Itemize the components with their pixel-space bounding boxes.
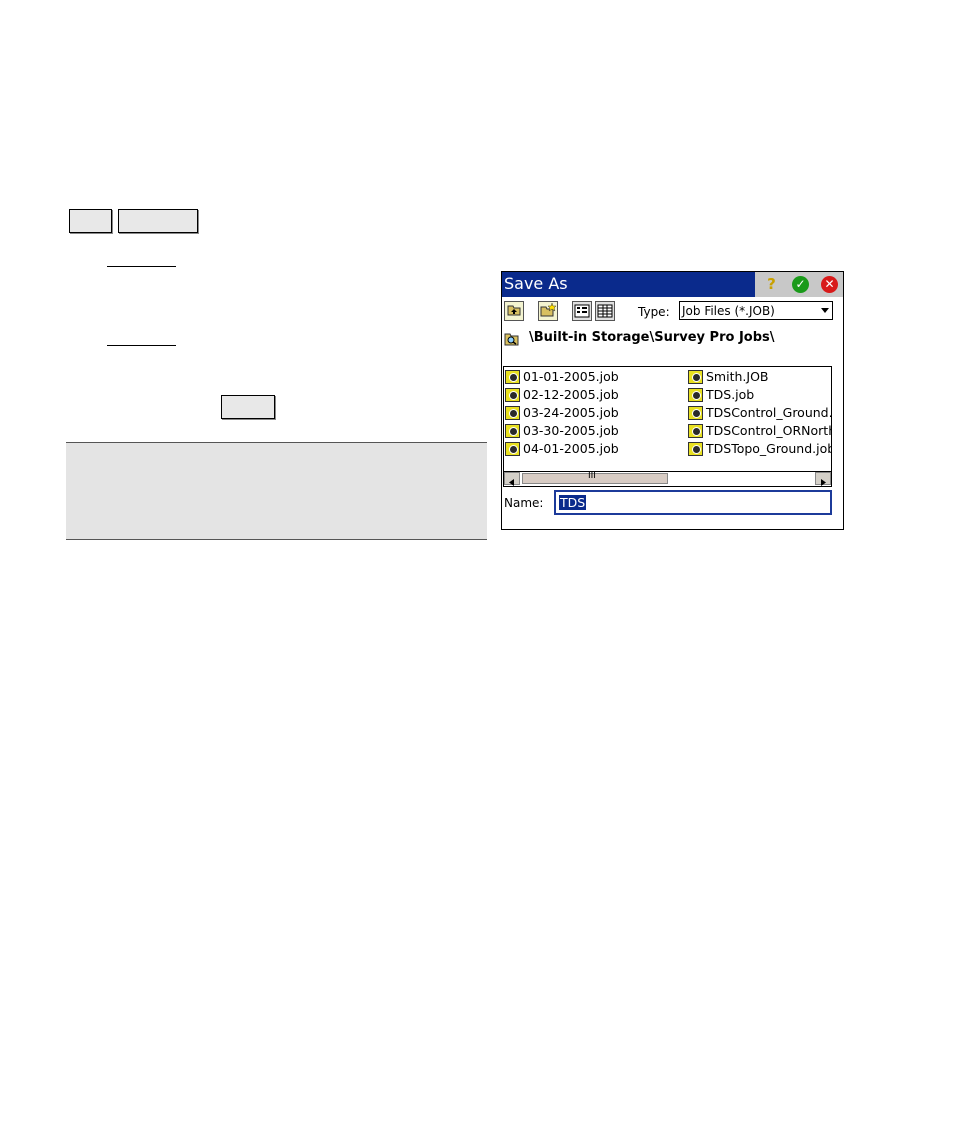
title-button-group: ? ✓ ✕ [755, 272, 843, 297]
name-value: TDS [559, 495, 587, 510]
job-file-icon [505, 406, 520, 420]
type-value: Job Files (*.JOB) [682, 304, 775, 318]
job-file-icon [505, 424, 520, 438]
underline-2 [107, 345, 176, 346]
job-file-icon [688, 442, 703, 456]
underline-1 [107, 266, 176, 267]
job-file-icon [688, 370, 703, 384]
job-file-icon [688, 388, 703, 402]
new-folder-icon[interactable] [538, 301, 558, 321]
scroll-grip: III [588, 471, 596, 481]
file-list[interactable]: 01-01-2005.job 02-12-2005.job 03-24-2005… [503, 366, 832, 487]
job-file-icon [688, 406, 703, 420]
scroll-thumb[interactable]: III [522, 471, 668, 484]
scroll-right-button[interactable] [815, 472, 831, 486]
current-path: \Built-in Storage\Survey Pro Jobs\ [529, 330, 775, 345]
up-folder-icon[interactable] [504, 301, 524, 321]
name-field[interactable]: TDS [554, 490, 832, 515]
job-file-icon [688, 424, 703, 438]
help-icon[interactable]: ? [763, 276, 780, 293]
dialog-title: Save As [504, 274, 568, 293]
name-label: Name: [504, 496, 544, 510]
ok-icon[interactable]: ✓ [792, 276, 809, 293]
type-dropdown[interactable]: Job Files (*.JOB) [679, 301, 833, 320]
key-box-1 [69, 209, 112, 233]
title-bar: Save As ? ✓ ✕ [502, 272, 843, 297]
details-view-icon[interactable] [595, 301, 615, 321]
save-as-dialog: Save As ? ✓ ✕ Type: Job Files (*.JOB) \B… [501, 271, 844, 530]
job-file-icon [505, 370, 520, 384]
folder-search-icon [504, 331, 520, 350]
list-view-icon[interactable] [572, 301, 592, 321]
chevron-down-icon [821, 308, 829, 313]
type-label: Type: [638, 305, 670, 319]
key-box-3 [221, 395, 275, 419]
note-box [66, 442, 487, 540]
horizontal-scrollbar[interactable]: III [504, 471, 831, 486]
job-file-icon [505, 388, 520, 402]
job-file-icon [505, 442, 520, 456]
close-icon[interactable]: ✕ [821, 276, 838, 293]
scroll-left-button[interactable] [504, 472, 520, 486]
key-box-2 [118, 209, 198, 233]
